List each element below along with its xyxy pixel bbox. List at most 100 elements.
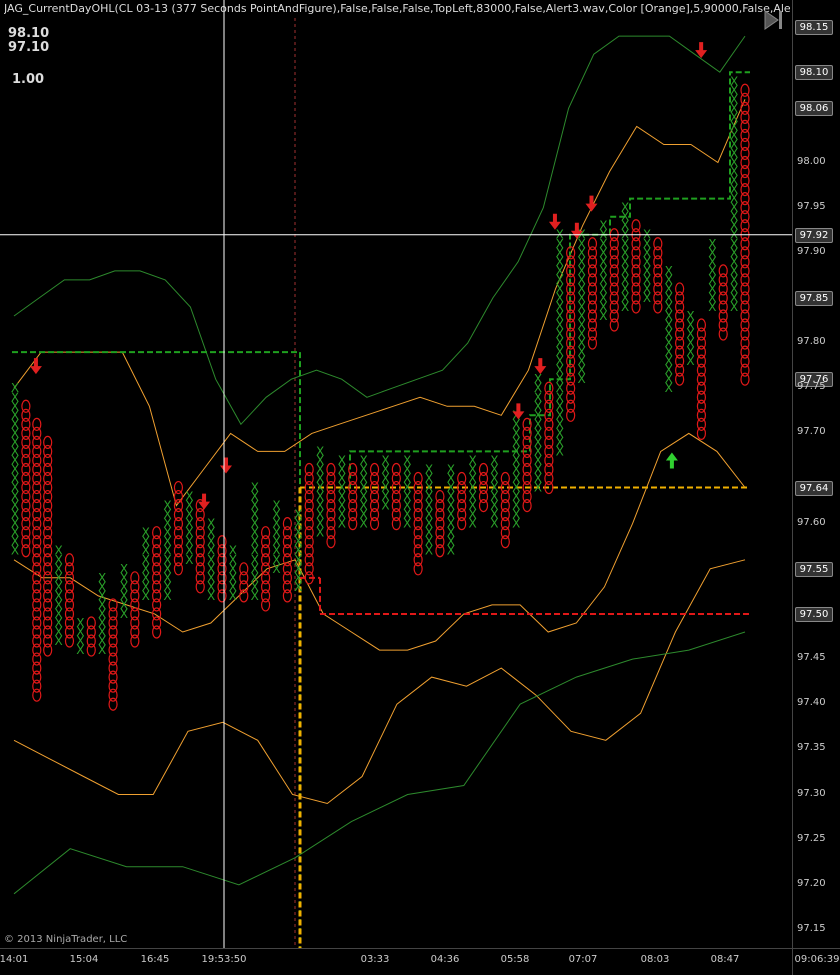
time-tick: 05:58 <box>500 954 530 965</box>
x-mark: X <box>381 453 389 467</box>
o-mark <box>326 462 336 477</box>
x-mark: X <box>294 508 302 522</box>
price-tick: 97.30 <box>797 787 826 799</box>
x-mark: X <box>76 616 84 630</box>
chart-plot-area[interactable]: XXXXXXXXXXXXXXXXXXXXXXXXXXXXXXXXXXXXXXXX… <box>0 0 792 948</box>
price-tick: 97.95 <box>797 200 826 212</box>
arrow-up-icon <box>665 452 678 469</box>
x-mark: X <box>490 453 498 467</box>
x-mark: X <box>338 453 346 467</box>
price-marker: 97.92 <box>795 227 833 243</box>
band-outer-lower-2 <box>13 631 746 895</box>
o-mark <box>675 282 685 296</box>
x-mark: X <box>468 453 476 467</box>
price-marker: 97.50 <box>795 606 833 622</box>
time-tick: 19:53:50 <box>201 954 247 965</box>
arrow-down-icon <box>585 195 598 212</box>
o-mark <box>86 616 96 630</box>
o-mark <box>260 526 271 540</box>
time-axis[interactable]: 14:01 15:04 16:45 19:53:50 03:33 04:36 05:58 07… <box>0 948 792 975</box>
current-time-label: 09:06:39 <box>792 948 840 975</box>
price-tick: 97.25 <box>797 832 826 844</box>
price-tick: 97.20 <box>797 877 826 889</box>
current-time: 09:06:39 <box>794 954 840 965</box>
copyright-text: © 2013 NinjaTrader, LLC <box>4 934 128 945</box>
o-mark <box>631 219 641 233</box>
info-high: 98.10 <box>8 26 50 41</box>
o-mark <box>173 480 184 495</box>
x-mark: X <box>163 499 171 513</box>
time-tick: 14:01 <box>0 954 29 965</box>
x-mark: X <box>403 453 411 467</box>
x-mark: X <box>54 544 62 558</box>
price-marker: 98.15 <box>795 20 833 36</box>
info-ratio: 1.00 <box>12 72 45 87</box>
x-mark: X <box>316 444 324 458</box>
x-mark: X <box>730 74 738 88</box>
price-axis[interactable]: 98.15 98.10 98.06 98.00 97.95 97.92 97.90 97.85… <box>792 0 840 948</box>
play-end-icon[interactable] <box>762 8 786 32</box>
x-mark: X <box>185 490 193 504</box>
high-step-line <box>349 71 750 488</box>
price-marker: 97.85 <box>795 290 833 306</box>
o-mark <box>478 462 489 477</box>
price-tick: 97.35 <box>797 742 826 754</box>
x-mark: X <box>708 237 716 251</box>
info-low: 97.10 <box>8 40 50 55</box>
price-marker: 97.64 <box>795 480 833 496</box>
price-tick: 97.15 <box>797 922 826 934</box>
o-mark <box>435 489 445 504</box>
o-mark <box>130 571 140 585</box>
x-mark: X <box>599 219 607 233</box>
x-mark: X <box>447 462 455 476</box>
pnf-chart: XXXXXXXXXXXXXXXXXXXXXXXXXXXXXXXXXXXXXXXX… <box>0 0 792 948</box>
o-mark <box>544 381 554 395</box>
x-mark: X <box>229 544 237 558</box>
x-mark: X <box>425 462 433 476</box>
time-tick: 16:45 <box>140 954 170 965</box>
x-mark: X <box>251 481 259 495</box>
o-mark <box>653 237 663 251</box>
o-mark <box>696 318 707 332</box>
price-marker: 98.06 <box>795 101 833 117</box>
o-mark <box>32 417 42 431</box>
x-mark: X <box>360 453 368 467</box>
o-mark <box>413 471 423 486</box>
price-tick: 97.90 <box>797 245 826 257</box>
price-tick: 97.45 <box>797 652 826 664</box>
arrow-down-icon <box>29 358 42 375</box>
o-mark <box>740 83 750 97</box>
time-tick: 08:03 <box>640 954 670 965</box>
time-tick: 07:07 <box>568 954 598 965</box>
o-mark <box>587 237 598 251</box>
price-tick: 97.70 <box>797 426 826 438</box>
o-mark <box>217 535 227 549</box>
price-marker: 98.10 <box>795 65 833 81</box>
x-mark: X <box>621 201 629 215</box>
o-mark <box>457 471 467 486</box>
o-mark <box>369 462 380 477</box>
o-mark <box>64 553 75 567</box>
time-tick: 03:33 <box>360 954 390 965</box>
x-mark: X <box>120 562 128 576</box>
price-marker: 97.55 <box>795 561 833 577</box>
time-tick: 08:47 <box>710 954 740 965</box>
o-mark <box>391 462 401 477</box>
time-tick: 15:04 <box>69 954 99 965</box>
price-tick: 97.80 <box>797 336 826 348</box>
x-mark: X <box>142 526 150 540</box>
x-mark: X <box>98 571 106 585</box>
o-mark <box>43 435 53 449</box>
o-mark <box>718 264 728 278</box>
x-mark: X <box>11 381 19 395</box>
o-mark <box>21 399 31 413</box>
x-mark: X <box>272 499 280 513</box>
band-outer-upper <box>13 35 746 426</box>
x-mark: X <box>534 372 542 386</box>
price-tick: 97.75 <box>797 381 826 393</box>
o-mark <box>152 526 162 540</box>
arrow-down-icon <box>198 493 211 510</box>
band-inner-upper <box>13 99 746 507</box>
o-mark <box>282 517 292 531</box>
price-tick: 98.00 <box>797 155 826 167</box>
